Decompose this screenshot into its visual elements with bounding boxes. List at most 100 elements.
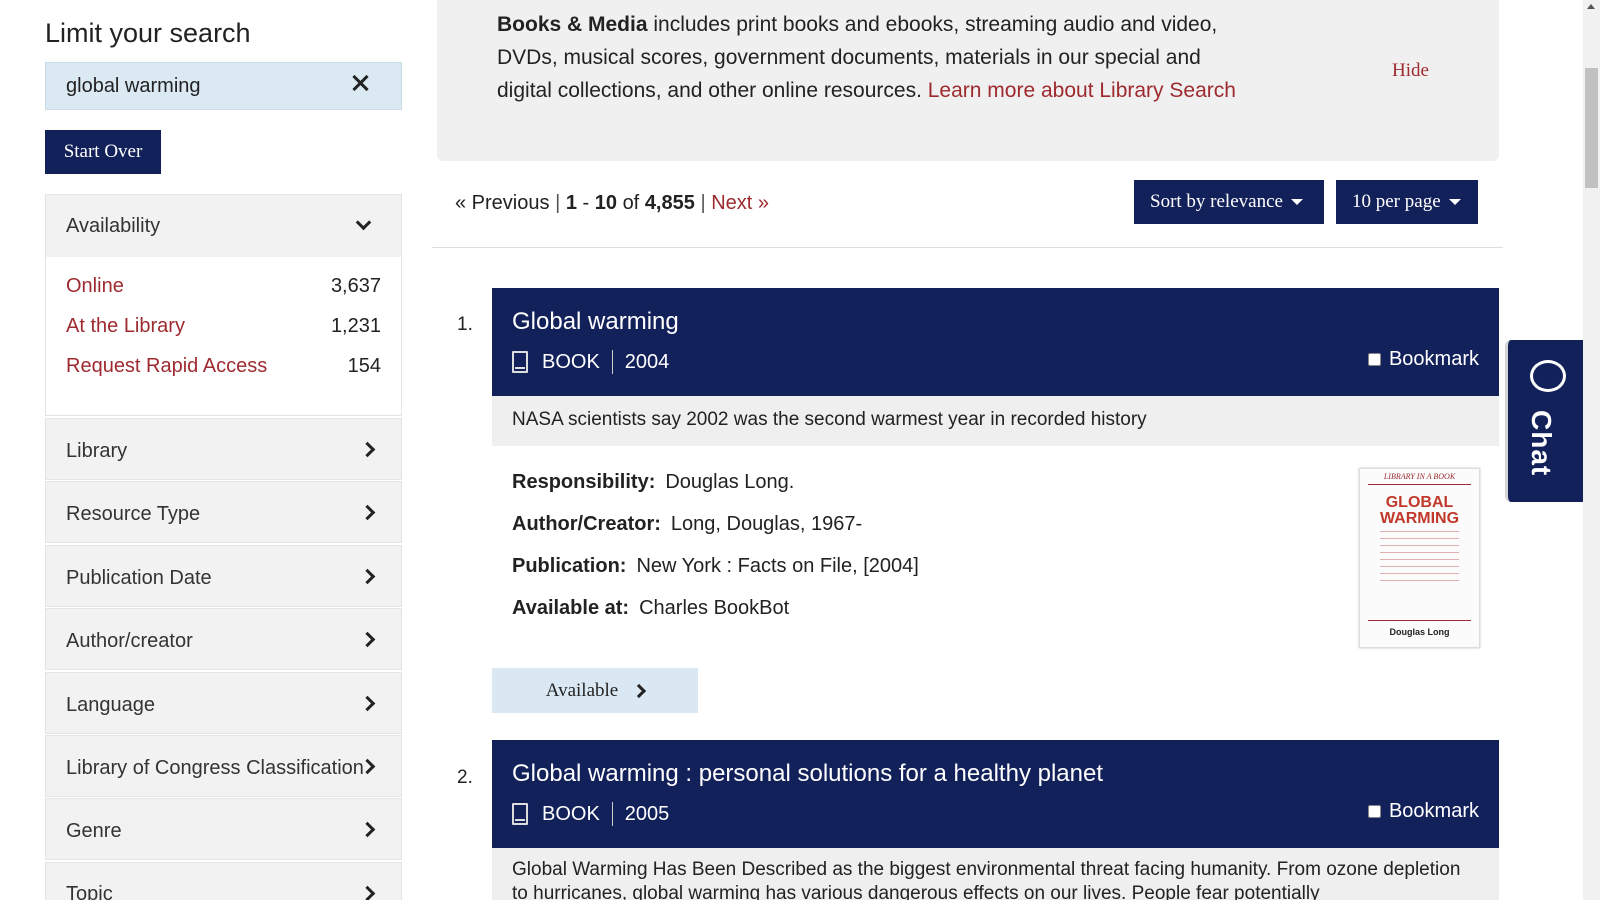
notice-text: Books & Media includes print books and e… — [497, 8, 1247, 107]
book-icon — [512, 803, 528, 825]
facet-genre[interactable]: Genre — [45, 798, 402, 860]
range-dash: - — [582, 192, 590, 214]
facet-publication-date[interactable]: Publication Date — [45, 545, 402, 607]
facet-item-link[interactable]: Online — [66, 275, 124, 298]
result-summary-text: Global Warming Has Been Described as the… — [512, 859, 1461, 900]
facet-item-request-rapid-access: Request Rapid Access 154 — [66, 355, 381, 385]
cover-title-line: WARMING — [1379, 510, 1460, 527]
search-constraint: global warming — [45, 62, 402, 110]
cover-author: Douglas Long — [1389, 627, 1450, 637]
facet-language[interactable]: Language — [45, 672, 402, 734]
result-header: Global warming : personal solutions for … — [492, 740, 1499, 848]
per-page-dropdown[interactable]: 10 per page — [1336, 180, 1478, 224]
chevron-right-icon — [359, 568, 376, 585]
facet-label: Publication Date — [66, 567, 212, 589]
hide-link[interactable]: Hide — [1392, 60, 1429, 82]
cover-title: GLOBAL WARMING — [1360, 495, 1479, 527]
facet-library[interactable]: Library — [45, 418, 402, 480]
learn-more-link[interactable]: Learn more about Library Search — [928, 79, 1236, 102]
result-title-link[interactable]: Global warming — [512, 308, 679, 336]
facet-item-count: 154 — [347, 355, 381, 377]
chevron-down-icon — [355, 214, 372, 231]
range-start: 1 — [565, 192, 577, 214]
scroll-up-arrow-icon[interactable] — [1587, 4, 1595, 9]
next-link[interactable]: Next » — [711, 192, 769, 214]
facet-author-creator[interactable]: Author/creator — [45, 608, 402, 670]
start-over-button[interactable]: Start Over — [45, 130, 161, 174]
facet-label: Author/creator — [66, 630, 193, 652]
result-header: Global warming BOOK 2004 Bookmark — [492, 288, 1499, 396]
facet-label: Language — [66, 694, 155, 716]
facet-availability: Availability Online 3,637 At the Library… — [45, 194, 402, 416]
scrollbar[interactable] — [1583, 0, 1600, 900]
facet-item-count: 3,637 — [330, 275, 381, 297]
pagination: « Previous | 1 - 10 of 4,855 | Next » — [455, 192, 769, 215]
facet-resource-type[interactable]: Resource Type — [45, 481, 402, 543]
bookmark-label: Bookmark — [1388, 348, 1479, 370]
facet-label: Library of Congress Classification — [66, 757, 364, 779]
availability-button[interactable]: Available — [492, 668, 698, 713]
field-label: Author/Creator: — [512, 513, 661, 535]
chevron-right-icon — [359, 695, 376, 712]
per-page-label: 10 per page — [1352, 191, 1441, 212]
chevron-right-icon — [359, 441, 376, 458]
chevron-right-icon — [359, 504, 376, 521]
facet-topic[interactable]: Topic — [45, 862, 402, 900]
result-number: 2. — [457, 767, 473, 788]
pager-separator: | — [700, 192, 706, 214]
sort-label: Sort by relevance — [1150, 191, 1283, 212]
chevron-right-icon — [359, 821, 376, 838]
facet-label: Topic — [66, 883, 113, 900]
facet-lc-classification[interactable]: Library of Congress Classification — [45, 735, 402, 797]
notice-bold: Books & Media — [497, 13, 648, 36]
scrollbar-thumb[interactable] — [1585, 68, 1598, 188]
facet-label: Library — [66, 440, 128, 462]
field-value: Charles BookBot — [639, 597, 790, 619]
caret-down-icon — [1290, 199, 1303, 205]
result-summary: NASA scientists say 2002 was the second … — [492, 396, 1499, 446]
sidebar-title: Limit your search — [45, 18, 251, 48]
sort-dropdown[interactable]: Sort by relevance — [1134, 180, 1324, 224]
availability-button-label: Available — [545, 679, 619, 701]
chat-widget[interactable]: Chat — [1505, 340, 1585, 502]
field-label: Responsibility: — [512, 471, 656, 493]
field-label: Publication: — [512, 555, 627, 577]
result-field-publication: Publication: New York : Facts on File, [2… — [512, 555, 919, 578]
book-icon — [512, 351, 528, 373]
divider — [432, 247, 1503, 248]
search-query-text: global warming — [66, 75, 201, 97]
meta-divider — [611, 350, 613, 374]
chevron-right-icon — [359, 885, 376, 900]
result-year: 2005 — [624, 802, 670, 825]
facet-item-at-the-library: At the Library 1,231 — [66, 315, 381, 345]
result-year: 2004 — [624, 350, 670, 373]
book-cover[interactable]: LIBRARY IN A BOOK GLOBAL WARMING Douglas… — [1359, 468, 1480, 648]
facet-item-link[interactable]: At the Library — [66, 315, 185, 338]
bookmark-toggle[interactable]: Bookmark — [1367, 800, 1479, 823]
result-meta: BOOK 2004 — [512, 350, 669, 374]
cover-title-line: GLOBAL — [1385, 494, 1454, 511]
chat-label: Chat — [1526, 410, 1557, 477]
result-title-link[interactable]: Global warming : personal solutions for … — [512, 760, 1103, 788]
chevron-right-icon — [632, 683, 647, 698]
field-value: New York : Facts on File, [2004] — [636, 555, 919, 577]
facet-item-link[interactable]: Request Rapid Access — [66, 355, 267, 378]
field-value: Douglas Long. — [665, 471, 795, 493]
field-value: Long, Douglas, 1967- — [670, 513, 863, 535]
info-notice: Books & Media includes print books and e… — [437, 0, 1499, 161]
bookmark-checkbox[interactable] — [1367, 805, 1381, 818]
bookmark-checkbox[interactable] — [1367, 353, 1381, 366]
facet-label: Resource Type — [66, 503, 201, 525]
close-icon[interactable] — [349, 71, 373, 95]
result-field-responsibility: Responsibility: Douglas Long. — [512, 471, 794, 494]
meta-divider — [611, 802, 613, 826]
cover-series: LIBRARY IN A BOOK — [1383, 472, 1456, 481]
result-field-available-at: Available at: Charles BookBot — [512, 597, 789, 620]
results-total: 4,855 — [644, 192, 695, 214]
facet-label: Availability — [66, 215, 161, 237]
pager-separator: | — [555, 192, 561, 214]
bookmark-toggle[interactable]: Bookmark — [1367, 348, 1479, 371]
range-end: 10 — [594, 192, 617, 214]
facet-availability-header[interactable]: Availability — [46, 195, 401, 257]
result-summary: Global Warming Has Been Described as the… — [492, 848, 1499, 900]
